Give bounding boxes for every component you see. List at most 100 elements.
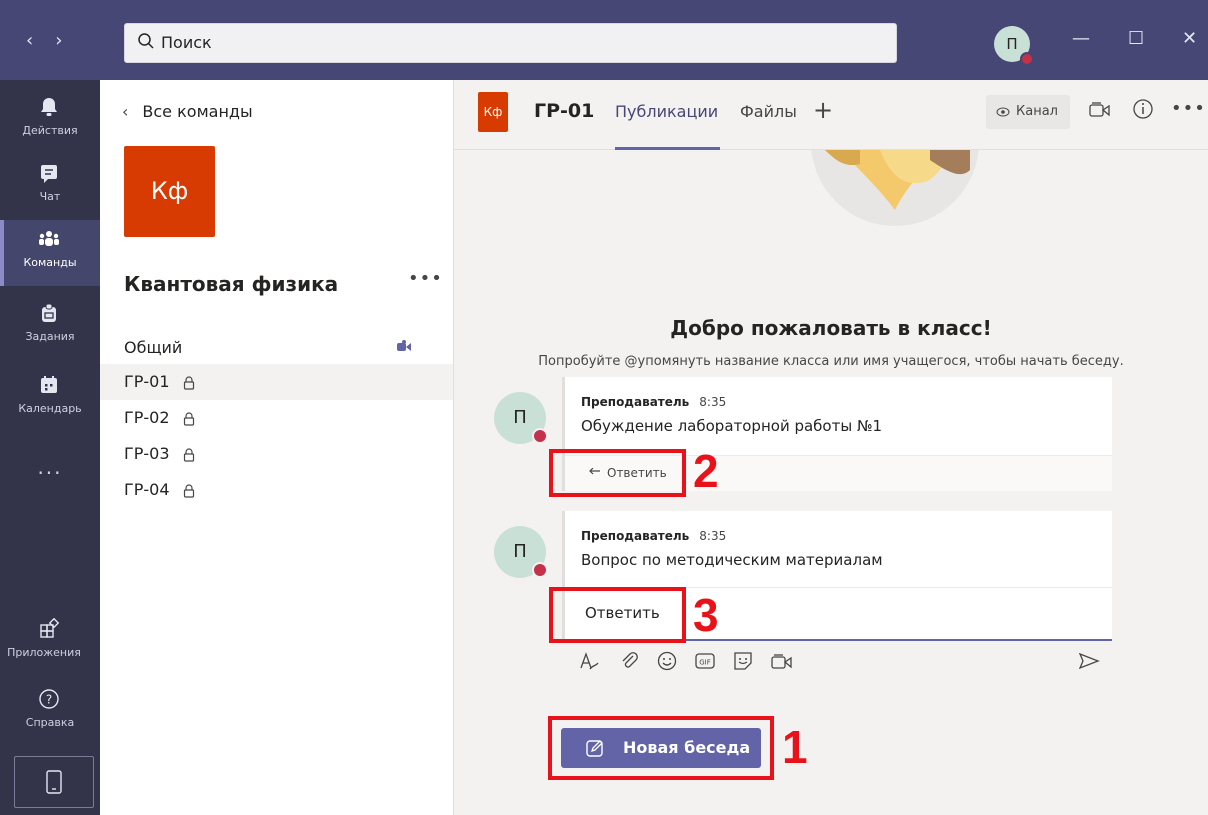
author-avatar[interactable]: П — [494, 526, 548, 578]
help-icon: ? — [39, 689, 59, 709]
rail-item-chat[interactable]: Чат — [0, 154, 100, 220]
channel-name: ГР-01 — [124, 372, 170, 391]
team-name: Квантовая физика — [124, 272, 339, 296]
teams-panel: ‹ Все команды Кф Квантовая физика ••• Общ… — [100, 80, 454, 815]
forward-arrow-icon[interactable]: › — [55, 30, 84, 51]
more-options-icon[interactable]: ••• — [1171, 98, 1206, 119]
calendar-icon — [41, 376, 57, 393]
busy-status-icon — [532, 428, 548, 444]
rail-item-label: Календарь — [18, 402, 82, 415]
chat-icon — [41, 165, 57, 183]
search-input[interactable]: Поиск — [161, 33, 212, 52]
post-header: Преподаватель 8:35 — [581, 395, 726, 409]
lock-icon — [183, 447, 194, 462]
busy-status-icon — [532, 562, 548, 578]
channel-header: Кф ГР-01 Публикации Файлы + Канал ••• — [454, 80, 1208, 150]
channel-title: ГР-01 — [534, 100, 595, 122]
rail-item-label: Приложения — [7, 646, 81, 659]
annotation-number-3: 3 — [693, 589, 719, 641]
tab-posts[interactable]: Публикации — [615, 102, 718, 121]
phone-icon — [46, 770, 62, 794]
welcome-illustration — [811, 150, 979, 226]
rail-item-help[interactable]: ? Справка — [0, 680, 100, 746]
user-avatar[interactable]: П — [994, 26, 1034, 66]
channel-name: ГР-02 — [124, 408, 170, 427]
post-time: 8:35 — [699, 395, 727, 409]
teams-icon — [39, 231, 59, 246]
team-logo: Кф — [124, 146, 215, 237]
tab-files[interactable]: Файлы — [740, 102, 797, 121]
rail-item-label: Справка — [25, 716, 75, 729]
rail-item-activity[interactable]: Действия — [0, 88, 100, 154]
welcome-title: Добро пожаловать в класс! — [670, 316, 992, 340]
compose-toolbar: GIF — [578, 650, 1108, 672]
meet-now-icon[interactable] — [770, 650, 794, 672]
channel-team-logo: Кф — [478, 92, 508, 132]
back-label: Все команды — [142, 102, 253, 121]
gif-icon[interactable]: GIF — [694, 650, 716, 672]
post-author: Преподаватель — [581, 395, 690, 409]
author-avatar[interactable]: П — [494, 392, 548, 444]
welcome-subtitle: Попробуйте @упомянуть название класса ил… — [538, 354, 1124, 369]
rail-item-teams[interactable]: Команды — [0, 220, 100, 286]
channel-item-gr01[interactable]: ГР-01 — [100, 364, 453, 400]
search-icon — [138, 33, 154, 49]
assignments-icon — [42, 303, 56, 322]
rail-item-calendar[interactable]: Календарь — [0, 366, 100, 432]
rail-item-label: Задания — [25, 330, 75, 343]
chevron-left-icon: ‹ — [122, 102, 129, 121]
channel-item-gr02[interactable]: ГР-02 — [100, 400, 453, 436]
format-icon[interactable] — [578, 650, 600, 672]
busy-status-icon — [1020, 52, 1034, 66]
post-message: Вопрос по методическим материалам — [581, 551, 883, 569]
channel-item-gr04[interactable]: ГР-04 — [100, 472, 453, 508]
svg-text:GIF: GIF — [699, 659, 711, 667]
back-arrow-icon[interactable]: ‹ — [26, 30, 55, 51]
title-bar: ‹› Поиск П — ☐ ✕ — [0, 0, 1208, 80]
send-icon[interactable] — [1078, 652, 1100, 670]
rail-item-apps[interactable]: Приложения — [0, 610, 100, 676]
app-rail: Действия Чат Команды Задания Календарь .… — [0, 80, 100, 815]
rail-item-label: Команды — [23, 256, 77, 269]
history-nav: ‹› — [26, 30, 84, 51]
channel-info-button[interactable]: Канал — [986, 95, 1070, 129]
post-header: Преподаватель 8:35 — [581, 529, 726, 543]
active-tab-indicator — [615, 147, 720, 150]
meet-now-icon[interactable] — [1088, 98, 1112, 120]
search-bar[interactable]: Поиск — [124, 23, 897, 63]
minimize-icon[interactable]: — — [1072, 28, 1090, 49]
annotation-number-1: 1 — [782, 721, 808, 773]
info-icon[interactable] — [1132, 98, 1154, 120]
annotation-number-2: 2 — [693, 445, 719, 497]
meeting-video-icon — [397, 340, 411, 351]
close-icon[interactable]: ✕ — [1182, 28, 1197, 49]
sticker-icon[interactable] — [732, 650, 754, 672]
rail-item-label: Чат — [39, 190, 61, 203]
mobile-device-button[interactable] — [14, 756, 94, 808]
avatar-initial: П — [513, 541, 527, 562]
channel-name: Общий — [124, 338, 183, 357]
eye-icon — [996, 107, 1010, 116]
attach-icon[interactable] — [618, 650, 640, 672]
channel-item-gr03[interactable]: ГР-03 — [100, 436, 453, 472]
more-apps-icon[interactable]: ... — [0, 455, 100, 479]
rail-item-assignments[interactable]: Задания — [0, 294, 100, 360]
emoji-icon[interactable] — [656, 650, 678, 672]
channel-name: ГР-04 — [124, 480, 170, 499]
maximize-icon[interactable]: ☐ — [1128, 28, 1144, 49]
annotation-box-1 — [548, 716, 774, 780]
bell-icon — [41, 98, 57, 116]
svg-text:?: ? — [46, 693, 52, 707]
add-tab-icon[interactable]: + — [813, 96, 833, 124]
annotation-box-2 — [549, 449, 686, 497]
channel-main: Кф ГР-01 Публикации Файлы + Канал ••• До… — [454, 80, 1208, 815]
lock-icon — [183, 375, 194, 390]
more-options-icon[interactable]: ••• — [408, 268, 443, 289]
post-message: Обуждение лабораторной работы №1 — [581, 417, 883, 435]
post-time: 8:35 — [699, 529, 727, 543]
back-to-all-teams[interactable]: ‹ Все команды — [122, 102, 253, 121]
user-avatar-initial: П — [1006, 35, 1018, 53]
channel-item-general[interactable]: Общий — [100, 330, 453, 366]
channel-name: ГР-03 — [124, 444, 170, 463]
channel-button-label: Канал — [1016, 104, 1058, 119]
